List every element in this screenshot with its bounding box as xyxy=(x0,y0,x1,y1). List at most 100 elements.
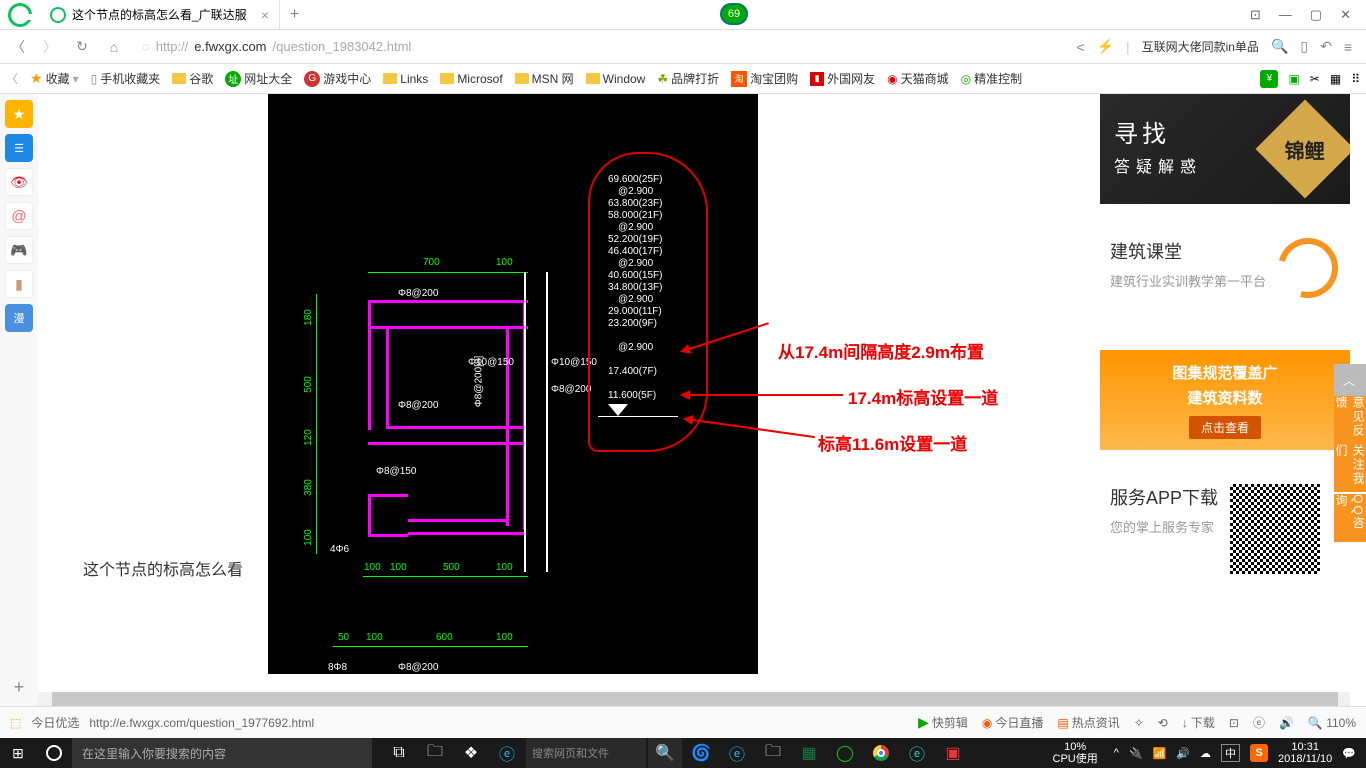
promo-banner-1[interactable]: 寻找 答疑解惑 锦鲤 xyxy=(1100,94,1350,204)
edge-icon[interactable]: ⓔ xyxy=(900,738,934,768)
ie-icon-2[interactable]: ⓔ xyxy=(720,738,754,768)
tray-up-icon[interactable]: ^ xyxy=(1114,747,1119,759)
cortana-icon[interactable] xyxy=(36,745,72,761)
status-today[interactable]: 今日优选 xyxy=(31,714,79,731)
bookbar-prev-icon[interactable]: 〈 xyxy=(6,70,18,87)
bookmark-sites[interactable]: 址网址大全 xyxy=(225,70,292,87)
search-icon[interactable]: 🔍 xyxy=(1271,38,1288,55)
explorer-icon[interactable]: 🗀 xyxy=(418,738,452,768)
new-tab-button[interactable]: + xyxy=(280,6,309,24)
ie-icon[interactable]: ⓔ xyxy=(490,738,524,768)
rail-news-icon[interactable]: ☰ xyxy=(5,134,33,162)
bookmark-google[interactable]: 谷歌 xyxy=(172,70,213,87)
search-icon-2[interactable]: 🔍 xyxy=(648,738,682,768)
scissors-icon[interactable]: ✂ xyxy=(1310,72,1320,86)
tray-wifi-icon[interactable]: 📶 xyxy=(1153,747,1167,760)
tray-sogou-icon[interactable]: S xyxy=(1250,744,1268,762)
close-window-icon[interactable]: ✕ xyxy=(1340,7,1351,23)
cad-app-icon[interactable]: ▣ xyxy=(936,738,970,768)
tab-close-icon[interactable]: × xyxy=(261,7,269,23)
status-pip-icon[interactable]: ⊡ xyxy=(1229,716,1239,730)
browser-spiral-icon[interactable]: 🌀 xyxy=(684,738,718,768)
rail-weibo-icon[interactable]: 👁 xyxy=(5,168,33,196)
status-tool-icon[interactable]: ✧ xyxy=(1134,716,1144,730)
cpu-usage[interactable]: 10% CPU使用 xyxy=(1047,741,1104,765)
scroll-top-button[interactable]: ︿ xyxy=(1334,364,1366,396)
speed-mode-icon[interactable]: ⚡ xyxy=(1097,38,1114,55)
bookmark-links[interactable]: Links xyxy=(383,72,428,86)
url-host: e.fwxgx.com xyxy=(194,39,266,54)
rail-book-icon[interactable]: ▮ xyxy=(5,270,33,298)
history-icon[interactable]: ↶ xyxy=(1320,38,1332,55)
browser-tab[interactable]: 这个节点的标高怎么看_广联达服 × xyxy=(40,0,280,30)
bookmark-taobao[interactable]: 淘淘宝团购 xyxy=(731,70,798,87)
start-button[interactable]: ⊞ xyxy=(0,745,36,762)
bookmark-precise[interactable]: ◎精准控制 xyxy=(961,70,1023,87)
apps-icon[interactable]: ⠿ xyxy=(1351,72,1360,86)
reader-mode-icon[interactable]: ▯ xyxy=(1300,38,1308,55)
forward-button[interactable]: 〉 xyxy=(38,35,62,59)
bookmark-games[interactable]: G游戏中心 xyxy=(304,70,371,87)
window-menu-icon[interactable]: ⊡ xyxy=(1250,7,1261,23)
elevation-marker xyxy=(608,404,628,416)
course-card[interactable]: 建筑课堂 建筑行业实训教学第一平台 xyxy=(1100,222,1350,332)
extension-icon[interactable]: ▦ xyxy=(1330,72,1341,86)
task-view-icon[interactable]: ⧉ xyxy=(382,738,416,768)
status-download[interactable]: ↓下载 xyxy=(1182,714,1215,731)
rail-at-icon[interactable]: @ xyxy=(5,202,33,230)
excel-icon[interactable]: ▦ xyxy=(792,738,826,768)
tray-notifications-icon[interactable]: 💬 xyxy=(1342,747,1356,760)
tray-power-icon[interactable]: 🔌 xyxy=(1129,747,1143,760)
address-bar[interactable]: ◌ http://e.fwxgx.com/question_1983042.ht… xyxy=(134,39,1068,54)
rail-gamepad-icon[interactable]: 🎮 xyxy=(5,236,33,264)
home-button[interactable]: ⌂ xyxy=(102,35,126,59)
tray-clock[interactable]: 10:31 2018/11/10 xyxy=(1278,741,1332,765)
qq-consult-button[interactable]: QQ咨询 xyxy=(1334,494,1366,542)
minimize-icon[interactable]: — xyxy=(1279,7,1292,23)
gift-icon[interactable]: ⬚ xyxy=(10,716,21,730)
bookmark-tmall[interactable]: ◉天猫商城 xyxy=(887,70,949,87)
promo-banner-2[interactable]: 图集规范覆盖广 建筑资料数 点击查看 xyxy=(1100,350,1350,450)
reload-button[interactable]: ↻ xyxy=(70,35,94,59)
search-suggestion[interactable]: 互联网大佬同款in单品 xyxy=(1142,38,1259,55)
chrome-icon[interactable] xyxy=(864,738,898,768)
bookmark-foreign[interactable]: ▮外国网友 xyxy=(810,70,875,87)
360-browser-icon[interactable]: ◯ xyxy=(828,738,862,768)
status-lock-icon[interactable]: ⟲ xyxy=(1158,716,1168,730)
tray-ime-lang[interactable]: 中 xyxy=(1221,744,1240,762)
bookmark-msn[interactable]: MSN 网 xyxy=(515,70,574,87)
bookmark-favorites[interactable]: ★收藏 ▾ xyxy=(30,70,79,87)
status-sound-icon[interactable]: 🔊 xyxy=(1279,716,1294,730)
banner3-button[interactable]: 点击查看 xyxy=(1189,416,1261,439)
rail-manga-icon[interactable]: 漫 xyxy=(5,304,33,332)
ext-icon[interactable]: ▣ xyxy=(1288,72,1299,86)
status-clip[interactable]: ▶快剪辑 xyxy=(918,714,968,731)
tray-onedrive-icon[interactable]: ☁ xyxy=(1200,747,1211,760)
status-live[interactable]: ◉今日直播 xyxy=(982,714,1044,731)
bookmark-phone-fav[interactable]: ▯手机收藏夹 xyxy=(91,70,161,87)
bookmark-brand[interactable]: ☘品牌打折 xyxy=(657,70,719,87)
bookmark-window[interactable]: Window xyxy=(586,72,646,86)
bookmark-microsoft[interactable]: Microsof xyxy=(440,72,502,86)
back-button[interactable]: 〈 xyxy=(6,35,30,59)
taskbar-search[interactable]: 在这里输入你要搜索的内容 xyxy=(72,738,372,768)
search-box-2[interactable]: 搜索网页和文件 xyxy=(526,738,646,768)
status-hot[interactable]: ▤热点资讯 xyxy=(1057,714,1119,731)
app-icon[interactable]: ❖ xyxy=(454,738,488,768)
site-info-icon[interactable]: ◌ xyxy=(142,39,150,54)
horizontal-scrollbar[interactable] xyxy=(38,692,1350,706)
feedback-button[interactable]: 意见反馈 xyxy=(1334,396,1366,444)
status-ie-icon[interactable]: ⓔ xyxy=(1253,714,1265,731)
folder-pinned-icon[interactable]: 🗀 xyxy=(756,738,790,768)
follow-button[interactable]: 关注我们 xyxy=(1334,444,1366,492)
maximize-icon[interactable]: ▢ xyxy=(1310,7,1322,23)
shield-icon[interactable]: ¥ xyxy=(1260,70,1278,88)
status-zoom[interactable]: 🔍 110% xyxy=(1308,716,1356,730)
rail-star-icon[interactable]: ★ xyxy=(5,100,33,128)
app-download-card[interactable]: 服务APP下载 您的掌上服务专家 xyxy=(1100,468,1350,590)
extension-badge[interactable]: 69 xyxy=(720,3,748,25)
rail-add-button[interactable]: + xyxy=(14,677,25,698)
tray-volume-icon[interactable]: 🔊 xyxy=(1176,747,1190,760)
share-icon[interactable]: < xyxy=(1076,39,1084,55)
menu-icon[interactable]: ≡ xyxy=(1344,39,1352,55)
